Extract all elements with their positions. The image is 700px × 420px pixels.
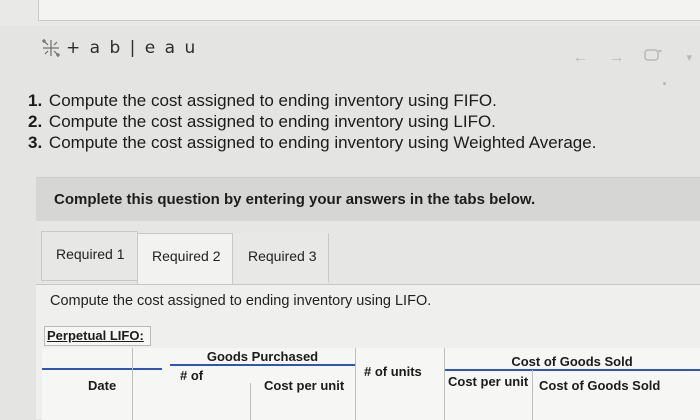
top-strip — [0, 0, 700, 26]
section-label: Perpetual LIFO: — [44, 326, 151, 346]
tab-required-3[interactable]: Required 3 — [233, 233, 329, 283]
lifo-table: Goods Purchased Cost of Goods Sold Date … — [42, 348, 700, 420]
instruction-item: 1. Compute the cost assigned to ending i… — [28, 91, 497, 110]
cogs-column-header: Cost of Goods Sold — [539, 378, 661, 393]
cost-per-unit-right-header: Cost per unit — [448, 374, 529, 389]
divider — [132, 348, 133, 420]
refresh-icon[interactable] — [644, 48, 666, 67]
decorative-dot — [663, 82, 666, 85]
banner-text: Complete this question by entering your … — [54, 191, 536, 208]
top-input-box — [38, 0, 700, 21]
nav-icons: ← → ▾ — [572, 48, 692, 67]
divider — [532, 370, 533, 420]
divider — [250, 383, 251, 420]
logo-text: + a b | e a u — [66, 38, 198, 58]
tab-panel: Compute the cost assigned to ending inve… — [36, 284, 700, 420]
instruction-item: 2. Compute the cost assigned to ending i… — [28, 112, 496, 131]
dropdown-chevron-icon[interactable]: ▾ — [686, 51, 692, 64]
instructions-banner: Complete this question by entering your … — [36, 177, 700, 222]
cogs-group-header: Cost of Goods Sold — [444, 353, 700, 371]
goods-purchased-header: Goods Purchased — [170, 348, 355, 366]
units-left-header: # of — [180, 368, 204, 383]
panel-instruction: Compute the cost assigned to ending inve… — [50, 293, 432, 309]
tableau-logo-icon — [42, 39, 60, 57]
tableau-logo: + a b | e a u — [40, 36, 197, 60]
instructions-list: 1. Compute the cost assigned to ending i… — [28, 90, 596, 153]
back-arrow-icon[interactable]: ← — [572, 49, 588, 67]
cost-per-unit-left-header: Cost per unit — [264, 378, 345, 393]
tab-required-1[interactable]: Required 1 — [41, 231, 138, 281]
goods-subheaders: # of Cost per unit — [170, 368, 355, 398]
units-mid-header: # of units — [364, 364, 422, 379]
tab-required-2[interactable]: Required 2 — [137, 233, 233, 285]
forward-arrow-icon[interactable]: → — [608, 49, 624, 67]
instruction-item: 3. Compute the cost assigned to ending i… — [28, 133, 597, 152]
tabs-area: Required 1 Required 2 Required 3 Compute… — [36, 221, 700, 420]
divider — [355, 348, 356, 420]
divider — [444, 348, 445, 420]
date-column-header: Date — [42, 368, 162, 400]
date-header: Date — [88, 378, 117, 393]
